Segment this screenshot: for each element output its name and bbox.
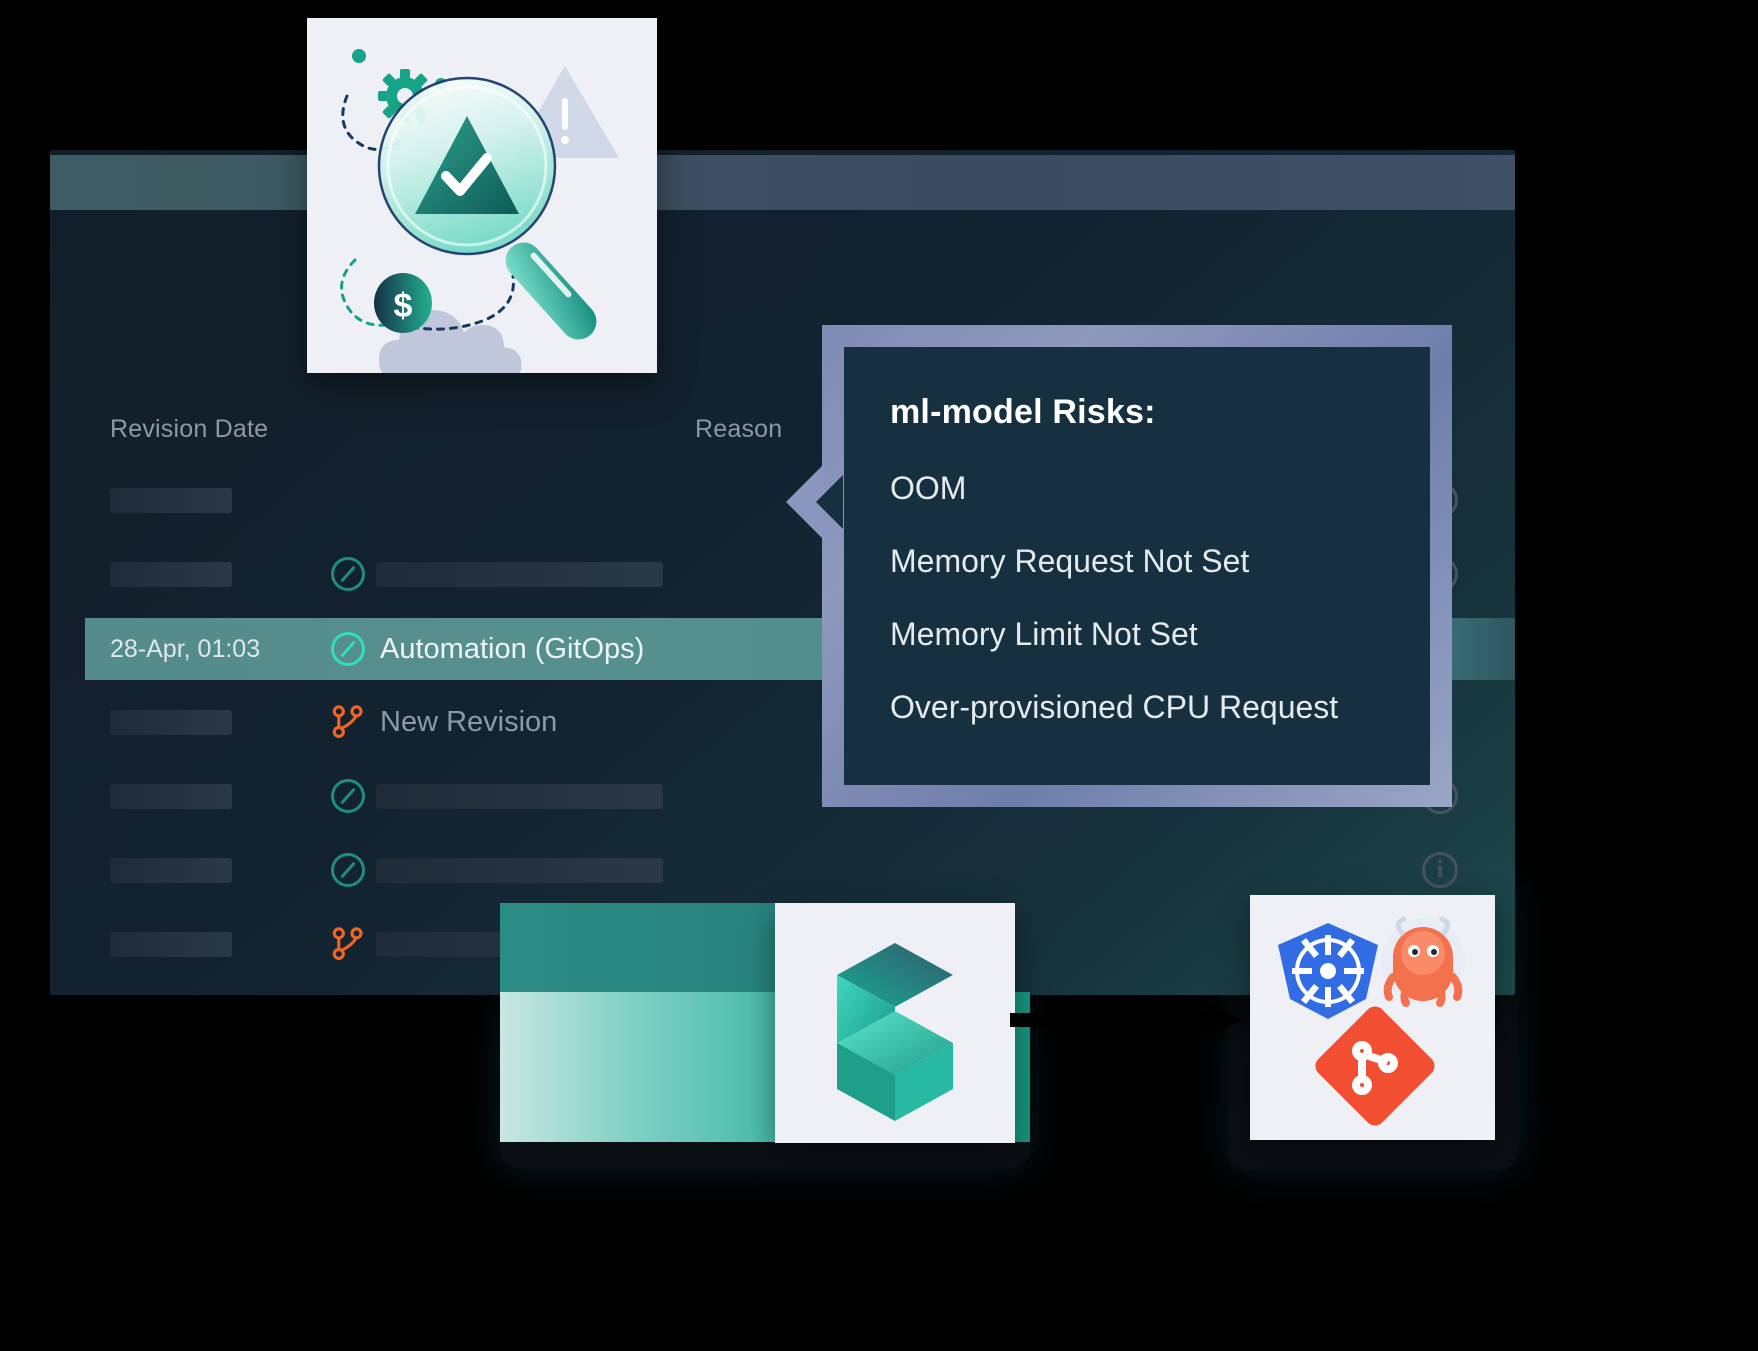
cell-reason: [376, 857, 1395, 883]
column-header-reason: Reason: [695, 415, 783, 443]
integrations-logo-tile: [1250, 895, 1495, 1140]
cell-status-icon: [320, 779, 376, 813]
git-branch-icon: [332, 927, 363, 961]
integration-logos: [1278, 916, 1465, 1126]
tooltip-risk-item: OOM: [890, 470, 967, 506]
illustration-card: $: [307, 18, 657, 380]
placeholder-bar: [376, 561, 663, 587]
cell-revision-date: [85, 561, 320, 587]
window-title-bar: [50, 155, 1515, 210]
circle-slash-icon: [331, 557, 365, 591]
stormforge-logo: [837, 943, 953, 1121]
gear-dot-a: [352, 49, 366, 63]
cell-revision-date: [85, 857, 320, 883]
column-header-revision-date: Revision Date: [110, 415, 269, 443]
tooltip-risk-item: Memory Request Not Set: [890, 543, 1250, 579]
revision-date-value: 28-Apr, 01:03: [110, 634, 261, 663]
circle-slash-icon: [331, 779, 365, 813]
dollar-coin-icon: $: [374, 273, 432, 333]
cell-status-icon: [320, 703, 376, 741]
cell-revision-date: [85, 709, 320, 735]
git-logo: [1315, 1006, 1435, 1126]
cell-status-icon: [320, 853, 376, 887]
placeholder-bar: [110, 561, 232, 587]
tooltip-title: ml-model Risks:: [890, 393, 1156, 431]
circle-slash-icon: [331, 632, 365, 666]
flow-arrow-icon: [1010, 1004, 1242, 1036]
screenshot-stage: Revision Date Reason i: [0, 0, 1758, 1351]
circle-slash-icon: [331, 853, 365, 887]
stormforge-logo-tile: [775, 903, 1015, 1143]
brand-gradient-bar-top: [500, 903, 775, 993]
placeholder-bar: [110, 931, 232, 957]
cell-revision-date: [85, 783, 320, 809]
tooltip-risk-item: Memory Limit Not Set: [890, 616, 1198, 652]
cell-status-icon: [320, 557, 376, 591]
placeholder-bar: [110, 783, 232, 809]
git-branch-icon: [332, 705, 363, 739]
cost-optimization-illustration: $: [340, 49, 619, 380]
cell-status-icon: [320, 925, 376, 963]
cell-revision-date: 28-Apr, 01:03: [85, 635, 320, 664]
risks-tooltip: ml-model Risks: OOM Memory Request Not S…: [786, 325, 1452, 807]
placeholder-bar: [110, 857, 232, 883]
kubernetes-logo: [1278, 923, 1378, 1019]
placeholder-bar: [376, 783, 663, 809]
table-row[interactable]: i: [85, 840, 1485, 900]
cell-status-icon: [320, 632, 376, 666]
placeholder-bar: [110, 709, 232, 735]
argo-octopus-logo: [1381, 916, 1465, 1007]
svg-text:$: $: [394, 287, 413, 325]
tooltip-risk-item: Over-provisioned CPU Request: [890, 689, 1339, 725]
reason-value: New Revision: [380, 705, 558, 738]
tooltip-body: ml-model Risks: OOM Memory Request Not S…: [844, 347, 1430, 785]
placeholder-bar: [110, 487, 232, 513]
placeholder-bar: [376, 857, 663, 883]
cell-revision-date: [85, 487, 320, 513]
selected-row-right-band: [1450, 618, 1515, 680]
tooltip-arrow-inner: [816, 475, 843, 529]
cell-revision-date: [85, 931, 320, 957]
cell-info[interactable]: i: [1395, 852, 1485, 888]
tooltip-border: ml-model Risks: OOM Memory Request Not S…: [822, 325, 1452, 807]
reason-value: Automation (GitOps): [380, 632, 645, 665]
info-icon[interactable]: i: [1422, 852, 1458, 888]
